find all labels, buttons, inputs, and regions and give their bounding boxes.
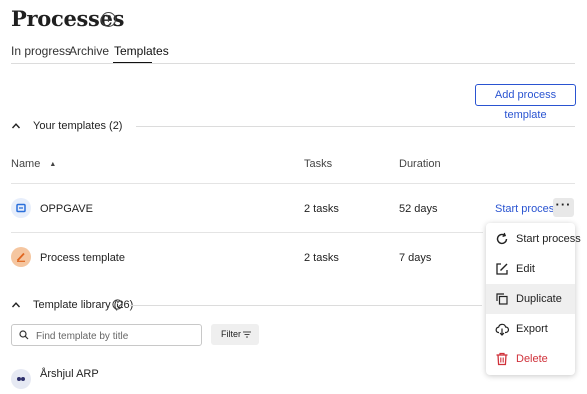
edit-icon [496, 263, 508, 275]
sort-ascending-icon: ▲ [49, 161, 57, 168]
header-divider [11, 183, 575, 184]
add-process-template-button[interactable]: Add process template [475, 84, 576, 121]
filter-icon [243, 331, 251, 338]
template-search-field[interactable] [11, 324, 202, 346]
help-icon[interactable]: ? [101, 12, 116, 27]
template-duration: 52 days [399, 203, 438, 215]
template-duration: 7 days [399, 252, 432, 264]
row-divider [11, 232, 483, 233]
filter-label: Filter [221, 329, 241, 339]
template-tasks: 2 tasks [304, 252, 339, 264]
start-process-link[interactable]: Start process [495, 203, 560, 215]
column-header-name[interactable]: Name ▲ [11, 158, 56, 170]
menu-item-delete[interactable]: Delete [486, 344, 575, 374]
template-tasks: 2 tasks [304, 203, 339, 215]
tab-templates[interactable]: Templates [114, 44, 169, 58]
tab-bar: In progress Archive Templates [11, 44, 211, 60]
document-icon [11, 198, 31, 218]
column-name-label: Name [11, 158, 41, 170]
library-template-name[interactable]: Årshjul ARP [40, 368, 99, 380]
pencil-icon [11, 247, 31, 267]
your-templates-title: Your templates (2) [33, 120, 123, 132]
search-input[interactable] [34, 327, 198, 345]
section-divider [130, 305, 482, 306]
chevron-up-icon[interactable] [11, 121, 21, 131]
tabs-divider [11, 63, 575, 64]
column-header-tasks: Tasks [304, 158, 333, 170]
calendar-wheel-icon [11, 369, 31, 389]
more-options-button[interactable]: ··· [553, 198, 574, 217]
template-name[interactable]: OPPGAVE [40, 203, 93, 215]
tab-in-progress[interactable]: In progress [11, 44, 71, 58]
menu-item-start-process[interactable]: Start process [486, 224, 581, 254]
duplicate-icon [496, 293, 508, 305]
menu-item-duplicate[interactable]: Duplicate [486, 284, 575, 314]
info-icon[interactable] [112, 299, 123, 310]
filter-button[interactable]: Filter [211, 324, 259, 345]
menu-item-edit[interactable]: Edit [486, 254, 575, 284]
trash-icon [496, 352, 508, 366]
export-icon [495, 323, 509, 336]
chevron-up-icon[interactable] [11, 300, 21, 310]
search-icon [19, 330, 29, 340]
column-header-duration: Duration [399, 158, 441, 170]
template-name[interactable]: Process template [40, 252, 125, 264]
context-menu: Start process Edit Duplicate Export Dele… [486, 223, 581, 375]
restart-icon [496, 232, 508, 245]
tab-archive[interactable]: Archive [69, 44, 109, 58]
section-divider [136, 126, 575, 127]
menu-item-export[interactable]: Export [486, 314, 575, 344]
